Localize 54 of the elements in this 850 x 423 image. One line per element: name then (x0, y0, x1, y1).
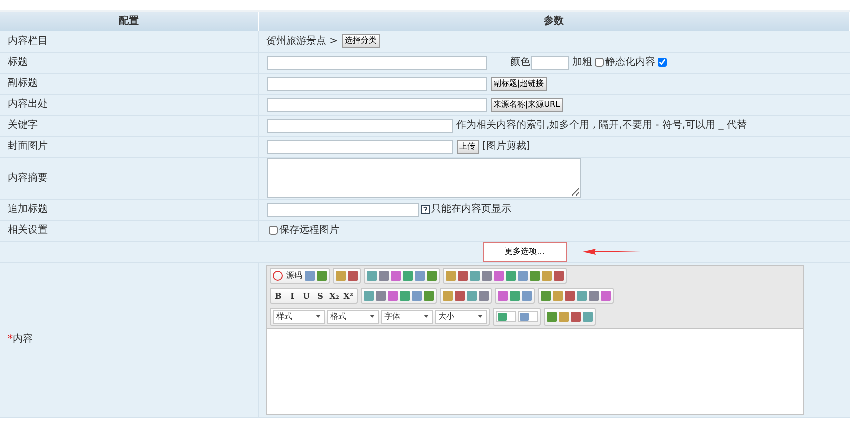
field-label: 关键字 (8, 120, 38, 131)
format-button[interactable]: X² (342, 290, 354, 302)
format-button[interactable]: U (300, 290, 312, 302)
column-header: 参数 (258, 12, 850, 31)
format-button[interactable]: S (314, 290, 326, 302)
color-picker-button[interactable] (518, 311, 538, 322)
color-picker-button[interactable] (496, 311, 516, 322)
toolbar-dropdown[interactable]: 字体 (380, 310, 432, 324)
upload-button[interactable]: 上传 (456, 140, 478, 154)
field-label: 封面图片 (8, 141, 48, 152)
text-field[interactable] (266, 140, 452, 154)
text-field[interactable] (266, 118, 452, 132)
format-button[interactable]: X₂ (328, 290, 340, 302)
checkbox[interactable] (658, 58, 666, 67)
toolbar-dropdown[interactable]: 格式 (326, 310, 378, 324)
help-icon (420, 205, 430, 214)
caret-icon[interactable] (370, 315, 374, 318)
toolbar-dropdown[interactable]: 大小 (434, 310, 486, 324)
color-label: 颜色 (510, 56, 530, 70)
category-path: 贺州旅游景点 > (266, 34, 338, 49)
crop-link[interactable]: [图片剪裁] (482, 139, 530, 154)
required-mark: * (8, 334, 13, 345)
field-label: 内容出处 (8, 99, 48, 110)
select-category-button[interactable]: 选择分类 (342, 34, 380, 48)
format-button[interactable]: B (272, 290, 284, 302)
append-note: 只能在内容页显示 (432, 202, 512, 217)
column-header: 配置 (0, 12, 258, 31)
checkbox[interactable] (594, 58, 604, 67)
caret-icon[interactable] (424, 315, 428, 318)
keyword-hint: 作为相关内容的索引,如多个用 , 隔开,不要用 - 符号,可以用 _ 代替 (456, 118, 747, 133)
text-field[interactable] (266, 76, 486, 90)
field-label: 标题 (8, 57, 28, 68)
checkbox[interactable] (268, 226, 278, 235)
field-label: 内容栏目 (8, 36, 48, 47)
caret-icon[interactable] (316, 315, 320, 318)
text-field[interactable] (530, 56, 568, 70)
source-button[interactable]: 来源名称|来源URL (490, 98, 564, 112)
bold-label: 加粗 (572, 56, 592, 70)
caret-icon[interactable] (478, 315, 482, 318)
field-label: 追加标题 (8, 204, 48, 215)
summary-textarea[interactable] (266, 158, 580, 198)
text-field[interactable] (266, 202, 418, 216)
more-options-button[interactable]: 更多选项... (483, 242, 567, 262)
text-field[interactable] (266, 56, 486, 70)
field-label: 内容摘要 (8, 172, 48, 184)
field-label: 相关设置 (8, 225, 48, 236)
toolbar-dropdown[interactable]: 样式 (272, 310, 324, 324)
static-label: 静态化内容 (606, 56, 656, 70)
remote-image-label: 保存远程图片 (280, 224, 340, 238)
source-button[interactable]: 副标题|超链接 (490, 76, 548, 90)
text-field[interactable] (266, 98, 486, 112)
field-label: 副标题 (8, 78, 38, 89)
format-button[interactable]: I (286, 290, 298, 302)
field-label: 内容 (13, 334, 33, 345)
